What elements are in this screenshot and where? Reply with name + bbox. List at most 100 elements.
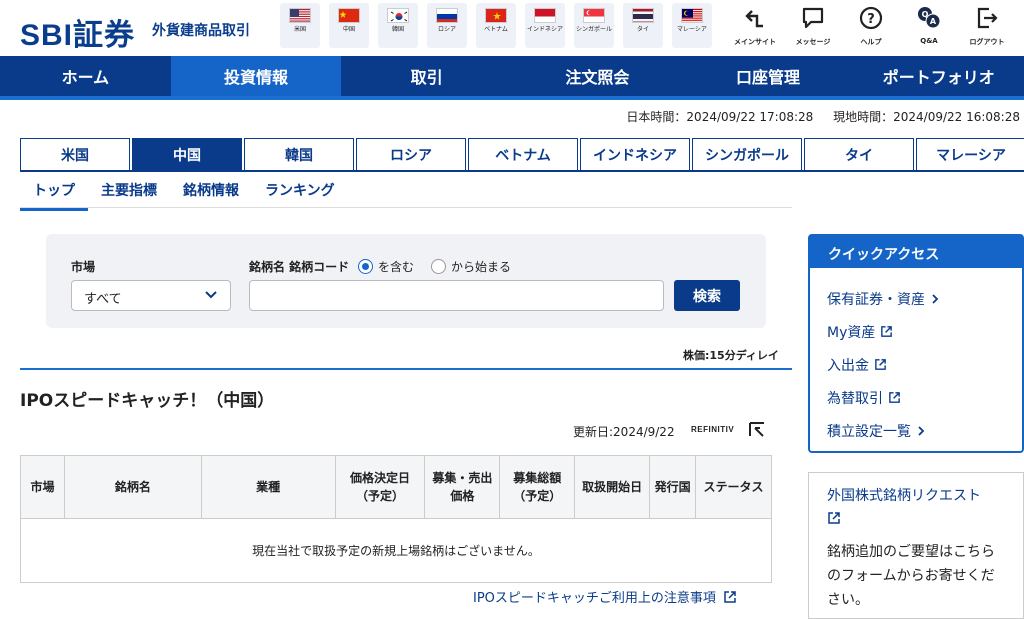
ipo-notice-label: IPOスピードキャッチご利用上の注意事項 [473,591,716,606]
sub-tabs-divider [20,207,792,208]
stock-name-code-label: 銘柄名 銘柄コード [249,260,350,274]
tab-us[interactable]: 米国 [20,138,130,171]
radio-starts-with[interactable]: から始まる [431,258,511,275]
flag-button-indonesia[interactable]: インドネシア [525,3,565,48]
indonesia-flag-icon [534,8,556,23]
qa-button[interactable]: QA Q&A [900,5,958,47]
us-flag-icon [289,8,311,23]
nav-trade[interactable]: 取引 [341,56,512,96]
search-panel: 市場 すべて 銘柄名 銘柄コード を含む から始まる 検索 [46,234,766,328]
nav-portfolio[interactable]: ポートフォリオ [853,56,1024,96]
country-tabs: 米国 中国 韓国 ロシア ベトナム インドネシア シンガポール タイ マレーシア [20,138,1024,171]
singapore-flag-icon [583,8,605,23]
svg-text:A: A [930,17,937,26]
external-link-icon [881,326,893,337]
flag-button-korea[interactable]: 韓国 [378,3,418,48]
korea-flag-icon [387,8,409,23]
flag-label: シンガポール [575,26,612,33]
message-icon [802,7,824,29]
help-button[interactable]: ? ヘルプ [842,5,900,47]
quick-link-my-assets[interactable]: My資産 [827,315,1022,348]
flag-label: タイ [636,26,649,33]
column-header: 業種 [200,455,336,519]
market-select-value: すべて [84,292,122,307]
ipo-notice-link[interactable]: IPOスピードキャッチご利用上の注意事項 [473,587,737,606]
nav-home[interactable]: ホーム [0,56,171,96]
external-link-icon [889,392,900,403]
column-header: 価格決定日 （予定） [334,455,426,519]
tab-korea[interactable]: 韓国 [244,138,354,171]
main-site-button[interactable]: メインサイト [726,5,784,47]
japan-time: 日本時間：2024/09/22 17:08:28 [626,110,814,124]
tab-russia[interactable]: ロシア [356,138,466,171]
market-select[interactable]: すべて [71,280,231,311]
logo-subtitle: 外貨建商品取引 [152,23,250,39]
radio-contains-label: を含む [378,260,415,274]
section-divider [20,368,792,370]
external-link-icon [724,591,736,603]
quick-access-title: クイックアクセス [810,236,1022,268]
tab-singapore[interactable]: シンガポール [692,138,802,171]
radio-selected-icon [358,259,373,274]
china-flag-icon [338,8,360,23]
column-header: 発行国 [649,455,697,519]
help-icon: ? [859,6,883,30]
qa-label: Q&A [920,37,938,45]
sbi-logo[interactable]: SBI証券 [20,10,135,54]
tab-indonesia[interactable]: インドネシア [580,138,690,171]
main-navigation: ホーム 投資情報 取引 注文照会 口座管理 ポートフォリオ [0,56,1024,100]
quick-link-holdings[interactable]: 保有証券・資産 [827,282,1022,315]
radio-contains[interactable]: を含む [358,258,414,275]
flag-label: ベトナム [484,26,508,33]
nav-order-inquiry[interactable]: 注文照会 [512,56,683,96]
flag-button-vietnam[interactable]: ベトナム [476,3,516,48]
flag-label: ロシア [437,26,456,33]
ipo-updated-date: 更新日:2024/9/22 [573,425,675,439]
stock-request-label: 外国株式銘柄リクエスト [827,488,981,504]
refinitiv-logo: REFINITIV [691,425,735,434]
logout-button[interactable]: ログアウト [958,5,1016,47]
tab-malaysia[interactable]: マレーシア [916,138,1024,171]
tab-vietnam[interactable]: ベトナム [468,138,578,171]
country-tabs-divider [20,170,1024,172]
stock-request-link[interactable]: 外国株式銘柄リクエスト [827,485,1005,532]
qa-icon: QA [918,7,941,29]
quick-link-fx[interactable]: 為替取引 [827,381,1022,414]
vietnam-flag-icon [485,8,507,23]
price-delay-note: 株価:15分ディレイ [683,349,779,362]
empty-message: 現在当社で取扱予定の新規上場銘柄はございません。 [20,518,772,583]
chevron-down-icon [205,291,217,299]
main-site-label: メインサイト [734,38,776,46]
column-header: 募集総額 （予定） [499,455,576,519]
quick-link-deposit[interactable]: 入出金 [827,348,1022,381]
flag-button-us[interactable]: 米国 [280,3,320,48]
external-link-icon [875,359,886,370]
quick-access-panel: クイックアクセス 保有証券・資産 My資産 入出金 為替取引 積立設定一覧 [808,234,1024,453]
tab-china[interactable]: 中国 [132,138,242,171]
flag-label: 中国 [342,26,355,33]
stock-search-input[interactable] [249,280,664,311]
chevron-right-icon [932,293,939,304]
message-label: メッセージ [795,38,831,46]
quick-link-savings-plan[interactable]: 積立設定一覧 [827,414,1022,447]
column-header: 市場 [20,455,65,519]
flag-label: マレーシア [677,26,707,33]
stock-request-description: 銘柄追加のご要望はこちらのフォームからお寄せください。 [827,544,995,608]
column-header: 募集・売出 価格 [424,455,501,519]
russia-flag-icon [436,8,458,23]
radio-unselected-icon [431,259,446,274]
tab-thailand[interactable]: タイ [804,138,914,171]
nav-investment-info[interactable]: 投資情報 [170,56,342,96]
flag-label: 米国 [293,26,306,33]
ipo-section-title: IPOスピードキャッチ！（中国） [20,391,275,411]
flag-button-russia[interactable]: ロシア [427,3,467,48]
flag-button-malaysia[interactable]: マレーシア [672,3,712,48]
flag-button-china[interactable]: 中国 [329,3,369,48]
message-button[interactable]: メッセージ [784,5,842,47]
search-button[interactable]: 検索 [674,280,740,311]
table-row: 現在当社で取扱予定の新規上場銘柄はございません。 [20,518,772,583]
country-flag-bar: 米国 中国 韓国 ロシア ベトナム インドネシア シンガポール タイ マレーシア [280,3,712,48]
flag-button-singapore[interactable]: シンガポール [574,3,614,48]
flag-button-thailand[interactable]: タイ [623,3,663,48]
nav-account[interactable]: 口座管理 [683,56,854,96]
